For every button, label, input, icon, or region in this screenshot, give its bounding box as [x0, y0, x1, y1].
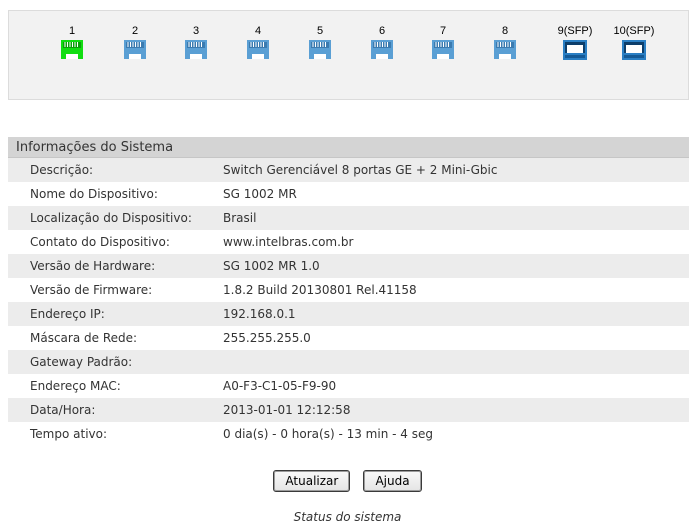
row-label: Gateway Padrão:: [30, 355, 133, 369]
port-number: 4: [254, 25, 262, 37]
row-label: Versão de Hardware:: [30, 259, 156, 273]
table-row: Localização do Dispositivo: Brasil: [8, 206, 689, 230]
port-4[interactable]: 4: [238, 25, 278, 59]
row-label: Endereço IP:: [30, 307, 105, 321]
row-label: Tempo ativo:: [30, 427, 108, 441]
button-bar: Atualizar Ajuda: [0, 470, 695, 492]
table-row: Máscara de Rede: 255.255.255.0: [8, 326, 689, 350]
help-button[interactable]: Ajuda: [363, 470, 422, 492]
port-6[interactable]: 6: [362, 25, 402, 59]
row-label: Descrição:: [30, 163, 94, 177]
ethernet-port-icon: [247, 40, 269, 59]
row-value: SG 1002 MR 1.0: [223, 259, 320, 273]
port-number: 6: [378, 25, 386, 37]
ports-panel: 1 2 3 4 5 6 7 8 9(SFP) 10(SFP): [8, 10, 689, 100]
row-label: Data/Hora:: [30, 403, 96, 417]
port-3[interactable]: 3: [176, 25, 216, 59]
table-row: Endereço MAC: A0-F3-C1-05-F9-90: [8, 374, 689, 398]
ethernet-port-icon: [309, 40, 331, 59]
port-9-sfp[interactable]: 9(SFP): [553, 25, 597, 60]
sfp-port-icon: [563, 40, 587, 60]
row-value: Brasil: [223, 211, 257, 225]
table-row: Versão de Firmware: 1.8.2 Build 20130801…: [8, 278, 689, 302]
port-7[interactable]: 7: [423, 25, 463, 59]
table-title: Informações do Sistema: [8, 137, 689, 158]
ethernet-port-icon: [371, 40, 393, 59]
row-label: Endereço MAC:: [30, 379, 121, 393]
table-row: Data/Hora: 2013-01-01 12:12:58: [8, 398, 689, 422]
row-label: Contato do Dispositivo:: [30, 235, 170, 249]
ethernet-port-icon: [61, 40, 83, 59]
table-row: Versão de Hardware: SG 1002 MR 1.0: [8, 254, 689, 278]
row-value: 1.8.2 Build 20130801 Rel.41158: [223, 283, 417, 297]
row-value: 0 dia(s) - 0 hora(s) - 13 min - 4 seg: [223, 427, 433, 441]
port-number: 5: [316, 25, 324, 37]
port-1[interactable]: 1: [52, 25, 92, 59]
table-row: Endereço IP: 192.168.0.1: [8, 302, 689, 326]
row-value: SG 1002 MR: [223, 187, 297, 201]
figure-caption: Status do sistema: [293, 510, 402, 524]
port-number: 2: [131, 25, 139, 37]
table-row: Tempo ativo: 0 dia(s) - 0 hora(s) - 13 m…: [8, 422, 689, 446]
ethernet-port-icon: [432, 40, 454, 59]
port-2[interactable]: 2: [115, 25, 155, 59]
row-value: www.intelbras.com.br: [223, 235, 354, 249]
table-row: Contato do Dispositivo: www.intelbras.co…: [8, 230, 689, 254]
ethernet-port-icon: [185, 40, 207, 59]
system-info-table: Informações do Sistema Descrição: Switch…: [8, 137, 689, 446]
port-number: 8: [501, 25, 509, 37]
row-value: 192.168.0.1: [223, 307, 296, 321]
port-number: 9(SFP): [557, 25, 593, 37]
port-5[interactable]: 5: [300, 25, 340, 59]
ethernet-port-icon: [124, 40, 146, 59]
refresh-button[interactable]: Atualizar: [273, 470, 351, 492]
port-number: 10(SFP): [613, 25, 655, 37]
row-value: 255.255.255.0: [223, 331, 311, 345]
port-number: 3: [192, 25, 200, 37]
table-row: Gateway Padrão:: [8, 350, 689, 374]
row-label: Versão de Firmware:: [30, 283, 153, 297]
port-number: 7: [439, 25, 447, 37]
row-value: Switch Gerenciável 8 portas GE + 2 Mini-…: [223, 163, 498, 177]
port-10-sfp[interactable]: 10(SFP): [610, 25, 658, 60]
table-row: Descrição: Switch Gerenciável 8 portas G…: [8, 158, 689, 182]
row-label: Localização do Dispositivo:: [30, 211, 192, 225]
ethernet-port-icon: [494, 40, 516, 59]
row-value: 2013-01-01 12:12:58: [223, 403, 351, 417]
row-label: Nome do Dispositivo:: [30, 187, 158, 201]
row-value: A0-F3-C1-05-F9-90: [223, 379, 337, 393]
table-row: Nome do Dispositivo: SG 1002 MR: [8, 182, 689, 206]
sfp-port-icon: [622, 40, 646, 60]
port-8[interactable]: 8: [485, 25, 525, 59]
row-label: Máscara de Rede:: [30, 331, 138, 345]
port-number: 1: [68, 25, 76, 37]
